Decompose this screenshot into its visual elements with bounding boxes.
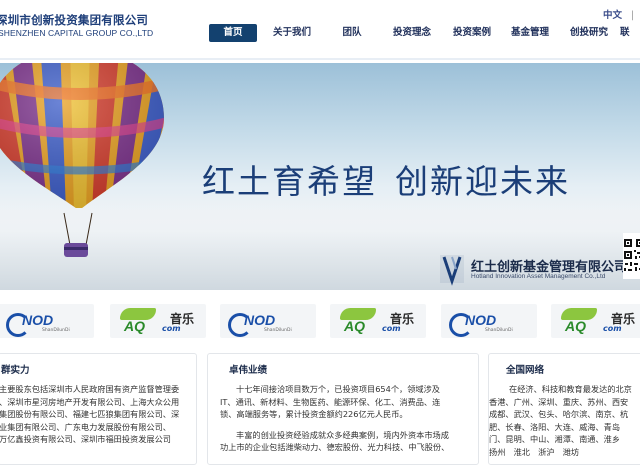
partner-logo-nod[interactable]: NOD ShanDilunDi bbox=[0, 304, 94, 338]
slogan-left: 红土育希望 bbox=[202, 162, 377, 201]
banner-company-signature: 红土创新基金管理有限公司 Hotland Innovation Asset Ma… bbox=[435, 253, 627, 285]
nav-item-home[interactable]: 首页 bbox=[209, 24, 257, 42]
section-national-network: 全国网络 在经济、科技和教育最发达的北京 香港、广州、深圳、重庆、苏州、西安 成… bbox=[488, 353, 640, 465]
section-title[interactable]: 群实力 bbox=[1, 362, 30, 376]
language-switcher: 中文 | E bbox=[603, 7, 640, 21]
nav-item-cases[interactable]: 投资案例 bbox=[446, 24, 498, 42]
section-title[interactable]: 卓伟业绩 bbox=[229, 362, 267, 376]
company-name-english: Hotland Innovation Asset Management Co.,… bbox=[471, 273, 606, 280]
section-body: 在经济、科技和教育最发达的北京 香港、广州、深圳、重庆、苏州、西安 成都、武汉、… bbox=[489, 384, 632, 457]
partner-logo-nod[interactable]: NOD ShanDilunDi bbox=[441, 304, 537, 338]
nav-item-fund[interactable]: 基金管理 bbox=[504, 24, 556, 42]
nav-item-research[interactable]: 创投研究 bbox=[563, 24, 615, 42]
section-body: 主要股东包括深圳市人民政府国有资产监督管理委 、深圳市星河房地产开发有限公司、上… bbox=[0, 384, 180, 445]
hero-slogan: 红土育希望 创新迎未来 bbox=[202, 155, 570, 203]
partner-logo-aq[interactable]: AQ 音乐 com bbox=[551, 304, 640, 338]
nav-item-contact[interactable]: 联 bbox=[620, 24, 640, 42]
lang-separator: | bbox=[631, 10, 635, 21]
section-performance: 卓伟业绩 十七年间接洽项目数万个，已投资项目654个，领域涉及 IT、通讯、新材… bbox=[207, 353, 479, 465]
main-nav: 首页 关于我们 团队 投资理念 投资案例 基金管理 创投研究 联 bbox=[0, 24, 640, 44]
qr-code-icon[interactable] bbox=[623, 233, 640, 279]
partner-logo-aq[interactable]: AQ 音乐 com bbox=[330, 304, 426, 338]
hero-banner[interactable]: 红土育希望 创新迎未来 红土创新基金管理有限公司 Hotland Innovati… bbox=[0, 63, 640, 290]
partner-logo-aq[interactable]: AQ 音乐 com bbox=[110, 304, 206, 338]
lang-chinese-link[interactable]: 中文 bbox=[603, 10, 622, 21]
partner-logo-nod[interactable]: NOD ShanDilunDi bbox=[220, 304, 316, 338]
nav-item-about[interactable]: 关于我们 bbox=[266, 24, 318, 42]
slogan-right: 创新迎未来 bbox=[395, 162, 570, 201]
header-divider bbox=[0, 58, 640, 60]
hot-air-balloon-icon bbox=[0, 63, 164, 208]
section-group-strength: 群实力 主要股东包括深圳市人民政府国有资产监督管理委 、深圳市星河房地产开发有限… bbox=[0, 353, 197, 465]
partner-logos: NOD ShanDilunDi AQ 音乐 com NOD ShanDilunD… bbox=[0, 300, 640, 340]
section-body: 十七年间接洽项目数万个，已投资项目654个，领域涉及 IT、通讯、新材料、生物医… bbox=[220, 384, 450, 453]
section-title[interactable]: 全国网络 bbox=[506, 362, 544, 376]
nav-item-philosophy[interactable]: 投资理念 bbox=[386, 24, 438, 42]
nav-item-team[interactable]: 团队 bbox=[330, 24, 374, 42]
site-header: 深圳市创新投资集团有限公司 SHENZHEN CAPITAL GROUP CO.… bbox=[0, 0, 640, 60]
